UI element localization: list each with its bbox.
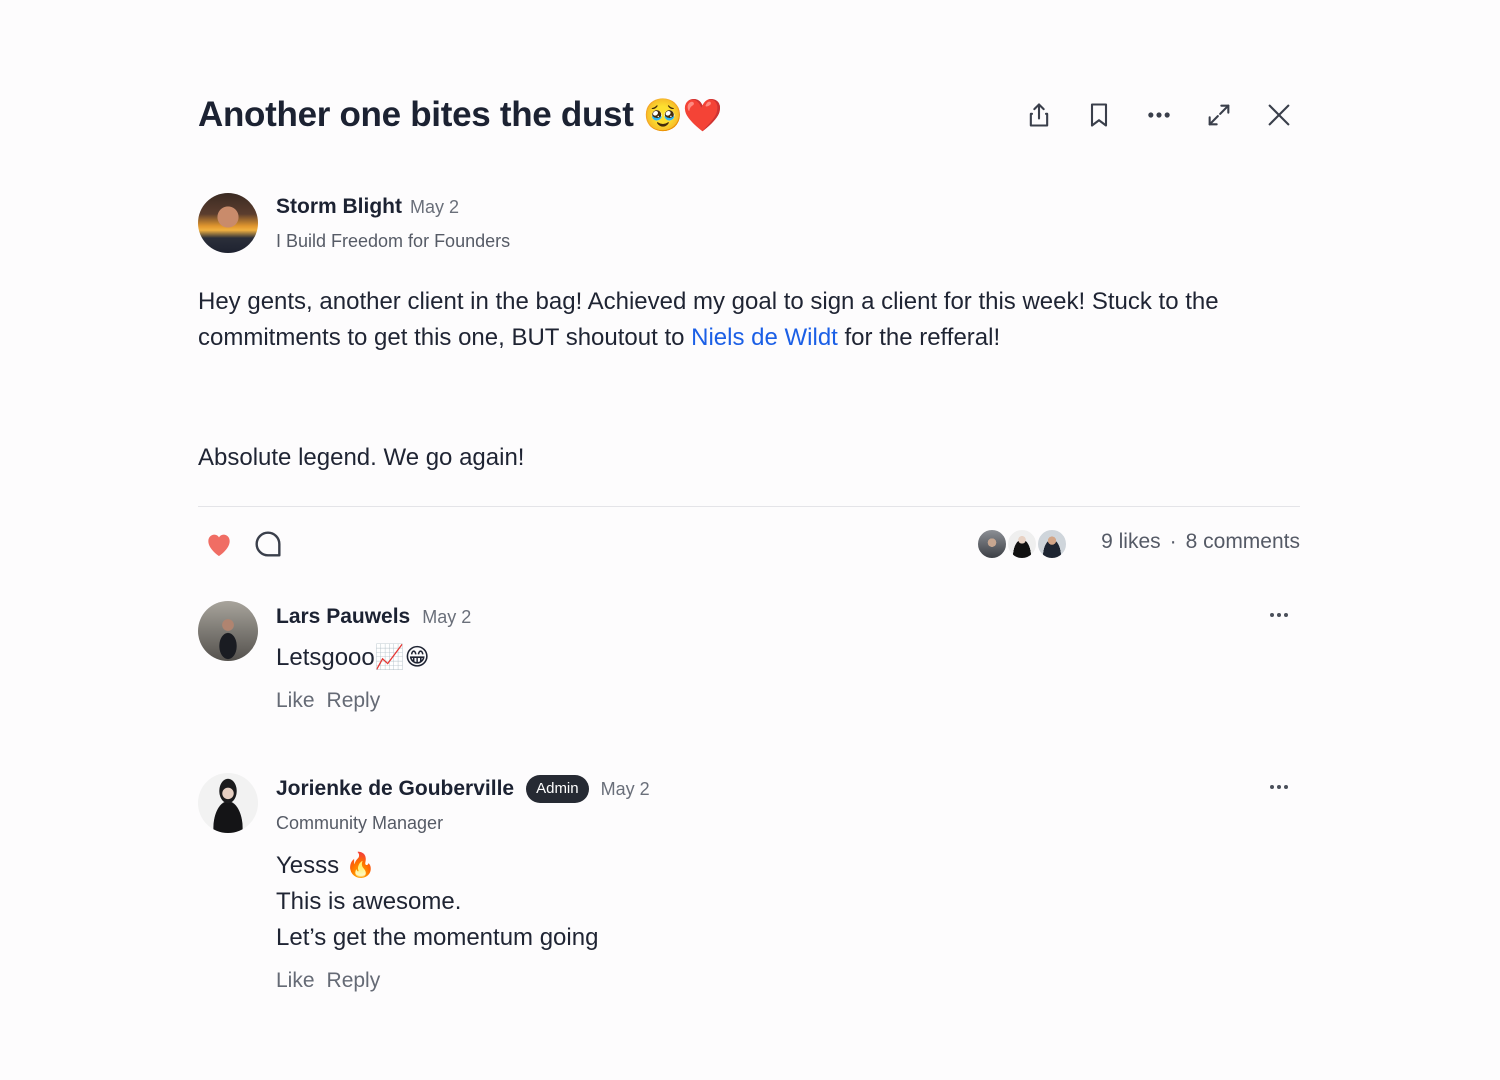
avatar[interactable] — [198, 773, 258, 833]
admin-badge: Admin — [526, 775, 589, 803]
comments-count[interactable]: 8 comments — [1186, 530, 1300, 553]
post-body: Hey gents, another client in the bag! Ac… — [198, 288, 1219, 351]
avatar[interactable] — [198, 601, 258, 661]
comment-icon[interactable] — [252, 528, 284, 560]
likers-avatars[interactable] — [976, 528, 1070, 560]
comment: Lars Pauwels May 2 Letsgooo📈😁 Like Reply — [198, 601, 1300, 721]
expand-button[interactable] — [1198, 94, 1240, 136]
author-name[interactable]: Storm Blight May 2 — [276, 195, 459, 219]
mention-link[interactable]: Niels de Wildt — [691, 324, 838, 351]
post-modal: Another one bites the dust 🥹❤️ Storm Bli — [198, 0, 1300, 1080]
comment-author[interactable]: Lars Pauwels May 2 — [276, 603, 471, 631]
post-title: Another one bites the dust 🥹❤️ — [198, 95, 723, 134]
separator: · — [1169, 530, 1177, 553]
like-button[interactable]: Like — [276, 969, 315, 993]
post-actions — [1018, 94, 1300, 136]
reply-button[interactable]: Reply — [327, 689, 381, 713]
bookmark-button[interactable] — [1078, 94, 1120, 136]
likes-count[interactable]: 9 likes — [1101, 530, 1161, 553]
post-header: Another one bites the dust 🥹❤️ — [198, 92, 1300, 138]
author-tagline: I Build Freedom for Founders — [276, 231, 511, 251]
avatar — [976, 528, 1008, 560]
comment-more-icon[interactable] — [1266, 605, 1292, 625]
share-button[interactable] — [1018, 94, 1060, 136]
reply-button[interactable]: Reply — [327, 969, 381, 993]
avatar — [1006, 528, 1038, 560]
comment-actions: Like Reply — [276, 969, 380, 993]
post-body-paragraph-2: Absolute legend. We go again! — [198, 444, 525, 471]
comment-actions: Like Reply — [276, 689, 380, 713]
comment-text-line: This is awesome. — [276, 888, 462, 915]
like-button[interactable]: Like — [276, 689, 315, 713]
divider — [198, 506, 1300, 507]
share-icon — [1029, 103, 1049, 127]
expand-icon — [1208, 104, 1230, 126]
post-date: May 2 — [410, 197, 460, 217]
engagement-bar: 9 likes · 8 comments — [198, 524, 1300, 564]
comment: Jorienke de Gouberville Admin May 2 Commun… — [198, 773, 1300, 1003]
avatar — [1036, 528, 1068, 560]
comment-date: May 2 — [600, 778, 650, 799]
heart-icon[interactable] — [202, 528, 236, 560]
comment-text-line: Let’s get the momentum going — [276, 924, 599, 951]
comment-author-role: Community Manager — [276, 813, 444, 833]
close-button[interactable] — [1258, 94, 1300, 136]
author-avatar[interactable] — [198, 193, 258, 253]
comment-author[interactable]: Jorienke de Gouberville Admin May 2 — [276, 775, 650, 803]
engagement-counts: 9 likes · 8 comments — [1101, 530, 1300, 554]
comment-date: May 2 — [422, 606, 472, 627]
more-options-button[interactable] — [1138, 94, 1180, 136]
comment-text: Letsgooo📈😁 — [276, 644, 430, 671]
more-horizontal-icon — [1148, 112, 1170, 118]
title-emojis: 🥹❤️ — [642, 97, 723, 133]
comment-more-icon[interactable] — [1266, 777, 1292, 797]
comment-text-line: Yesss 🔥 — [276, 852, 376, 879]
bookmark-icon — [1090, 103, 1108, 127]
close-icon — [1268, 104, 1290, 126]
